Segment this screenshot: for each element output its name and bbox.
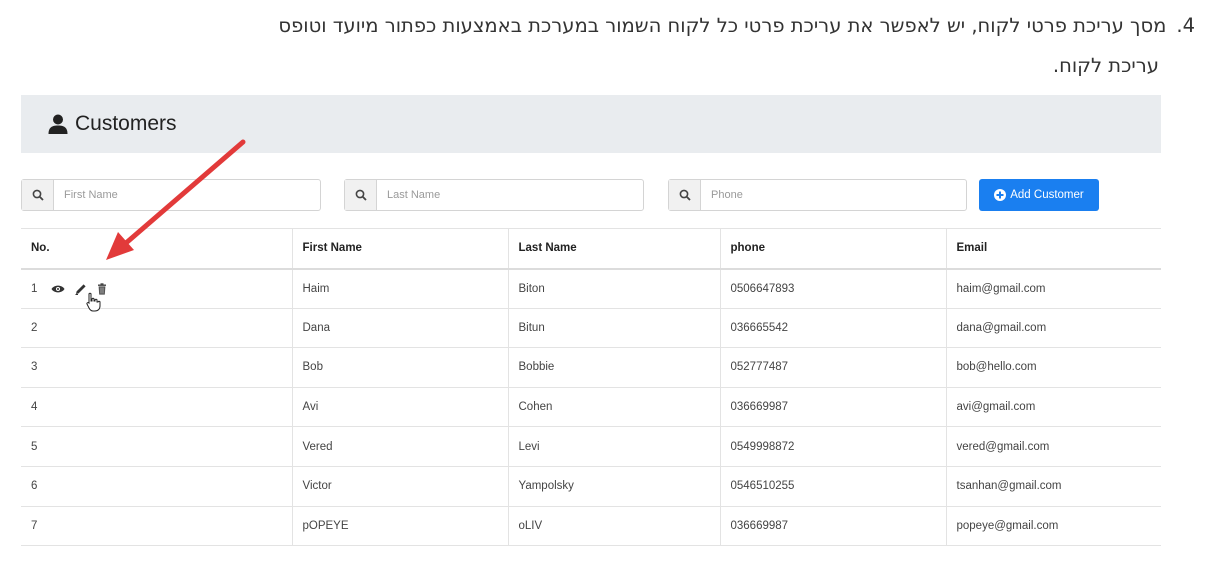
cell-email: haim@gmail.com: [946, 268, 1161, 309]
cell-first-name: Bob: [292, 347, 509, 388]
cell-no: 6: [21, 465, 293, 507]
last-name-search-input[interactable]: [377, 180, 643, 210]
row-actions: [51, 282, 107, 295]
plus-circle-icon: [994, 189, 1007, 201]
cell-phone: 036669987: [720, 505, 947, 547]
header-no[interactable]: No.: [21, 228, 293, 270]
cell-no: 5: [21, 426, 293, 467]
cell-last-name: Biton: [508, 268, 721, 309]
header-email[interactable]: Email: [946, 228, 1161, 270]
table-row[interactable]: 6 Victor Yampolsky 0546510255 tsanhan@gm…: [21, 465, 1161, 507]
phone-search-input[interactable]: [701, 180, 966, 210]
table-header-row: No. First Name Last Name phone Email: [21, 228, 1161, 270]
table-row[interactable]: 4 Avi Cohen 036669987 avi@gmail.com: [21, 386, 1161, 427]
cell-last-name: oLIV: [508, 505, 721, 547]
cell-email: tsanhan@gmail.com: [946, 465, 1161, 507]
phone-filter: [668, 179, 967, 211]
instruction-line-1-text: מסך עריכת פרטי לקוח, יש לאפשר את עריכת פ…: [278, 14, 1167, 37]
add-customer-label: Add Customer: [1010, 189, 1084, 201]
instruction-line-1: 4. מסך עריכת פרטי לקוח, יש לאפשר את עריכת…: [15, 6, 1195, 46]
cell-email: avi@gmail.com: [946, 386, 1161, 427]
page-title: Customers: [75, 112, 177, 135]
header-first-name[interactable]: First Name: [292, 228, 509, 270]
cell-email: bob@hello.com: [946, 347, 1161, 388]
cell-first-name: Vered: [292, 426, 509, 467]
cell-no: 3: [21, 347, 293, 388]
cell-phone: 036665542: [720, 307, 947, 348]
first-name-filter: [21, 179, 321, 211]
search-icon: [22, 180, 54, 210]
pencil-icon[interactable]: [75, 283, 87, 295]
cell-no: 4: [21, 386, 293, 427]
instruction-number: 4.: [1176, 14, 1195, 37]
search-icon: [669, 180, 701, 210]
user-icon: [48, 114, 68, 134]
cell-email: vered@gmail.com: [946, 426, 1161, 467]
cell-phone: 052777487: [720, 347, 947, 388]
last-name-filter: [344, 179, 644, 211]
customers-header: Customers: [21, 95, 1161, 153]
cell-email: dana@gmail.com: [946, 307, 1161, 348]
cell-first-name: pOPEYE: [292, 505, 509, 547]
cell-first-name: Dana: [292, 307, 509, 348]
cell-phone: 0549998872: [720, 426, 947, 467]
cell-email: popeye@gmail.com: [946, 505, 1161, 547]
row-number: 1: [31, 282, 38, 295]
cell-first-name: Victor: [292, 465, 509, 507]
cell-last-name: Bobbie: [508, 347, 721, 388]
cell-no: 2: [21, 307, 293, 348]
table-row[interactable]: 1 Haim Biton 0506647893 haim@gmail.com: [21, 268, 1161, 309]
header-phone[interactable]: phone: [720, 228, 947, 270]
search-icon: [345, 180, 377, 210]
trash-icon[interactable]: [97, 282, 107, 295]
page: 4. מסך עריכת פרטי לקוח, יש לאפשר את עריכת…: [0, 0, 1209, 565]
first-name-search-input[interactable]: [54, 180, 320, 210]
cell-last-name: Cohen: [508, 386, 721, 427]
table-row[interactable]: 7 pOPEYE oLIV 036669987 popeye@gmail.com: [21, 505, 1161, 547]
cell-first-name: Haim: [292, 268, 509, 309]
cell-last-name: Bitun: [508, 307, 721, 348]
table-row[interactable]: 5 Vered Levi 0549998872 vered@gmail.com: [21, 426, 1161, 467]
cell-first-name: Avi: [292, 386, 509, 427]
table-row[interactable]: 3 Bob Bobbie 052777487 bob@hello.com: [21, 347, 1161, 388]
table-row[interactable]: 2 Dana Bitun 036665542 dana@gmail.com: [21, 307, 1161, 348]
eye-icon[interactable]: [51, 284, 65, 294]
cell-phone: 0506647893: [720, 268, 947, 309]
header-last-name[interactable]: Last Name: [508, 228, 721, 270]
cell-phone: 0546510255: [720, 465, 947, 507]
cell-last-name: Levi: [508, 426, 721, 467]
cell-no: 7: [21, 505, 293, 547]
cell-last-name: Yampolsky: [508, 465, 721, 507]
instruction-line-2: עריכת לקוח.: [1052, 54, 1159, 77]
instruction-text: 4. מסך עריכת פרטי לקוח, יש לאפשר את עריכת…: [15, 6, 1195, 86]
cell-no: 1: [21, 268, 293, 309]
add-customer-button[interactable]: Add Customer: [979, 179, 1099, 211]
cell-phone: 036669987: [720, 386, 947, 427]
customers-table: No. First Name Last Name phone Email 1 H…: [21, 228, 1161, 547]
customers-screenshot: Customers Add Custome: [21, 95, 1161, 555]
